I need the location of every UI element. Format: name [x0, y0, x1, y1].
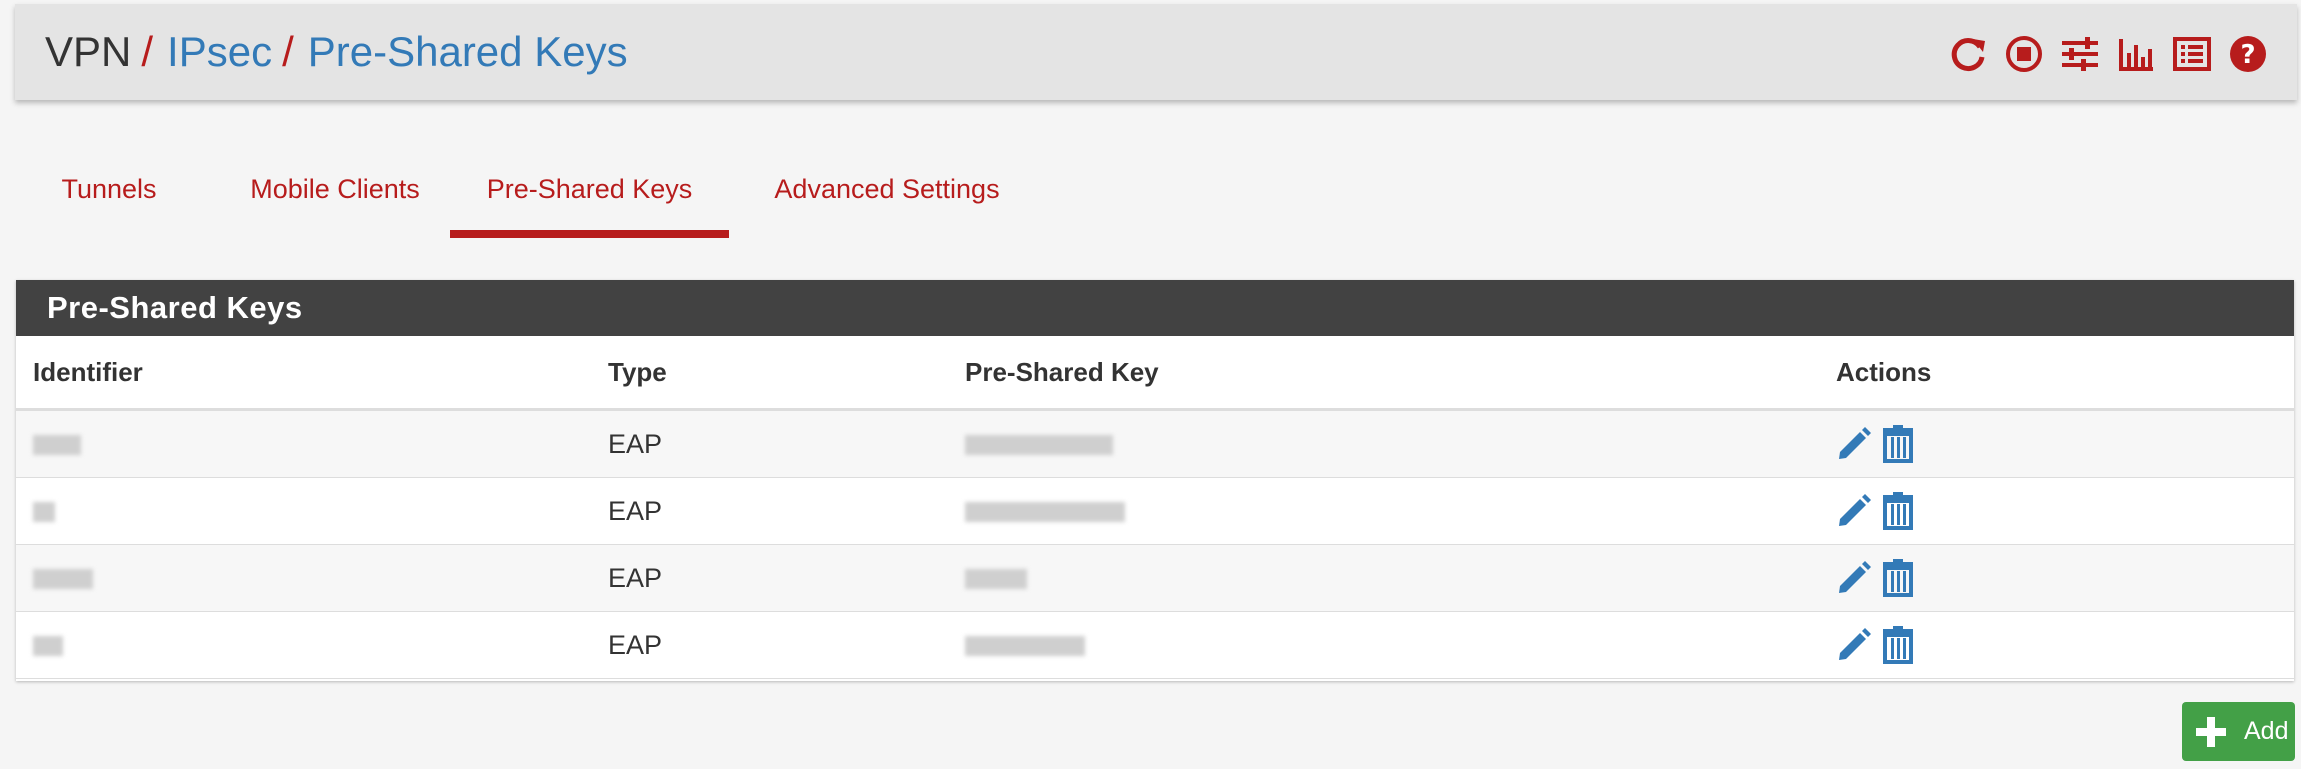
reload-icon[interactable]	[1947, 33, 1989, 75]
redacted-identifier	[33, 435, 81, 456]
table-row: EAP	[16, 544, 2294, 612]
key-cell	[965, 409, 1836, 478]
redacted-key	[965, 636, 1085, 657]
table-row: EAP	[16, 611, 2294, 679]
table-row: EAP	[16, 409, 2294, 478]
key-cell	[965, 544, 1836, 612]
redacted-key	[965, 502, 1125, 523]
breadcrumb: VPN / IPsec / Pre-Shared Keys	[45, 4, 628, 100]
breadcrumb-ipsec-link[interactable]: IPsec	[167, 28, 272, 76]
chart-icon[interactable]	[2115, 33, 2157, 75]
actions-cell	[1836, 611, 2294, 679]
actions-cell	[1836, 409, 2294, 478]
add-button[interactable]: Add	[2182, 702, 2295, 761]
edit-pencil-icon[interactable]	[1836, 426, 1872, 462]
svg-text:?: ?	[2240, 40, 2255, 70]
identifier-cell	[16, 544, 608, 612]
settings-sliders-icon[interactable]	[2059, 33, 2101, 75]
tab-mobile-clients[interactable]: Mobile Clients	[216, 156, 454, 238]
redacted-key	[965, 569, 1027, 590]
help-icon[interactable]: ?	[2227, 33, 2269, 75]
stop-icon[interactable]	[2003, 33, 2045, 75]
breadcrumb-vpn: VPN	[45, 28, 132, 75]
type-cell: EAP	[608, 477, 965, 545]
pre-shared-keys-panel: Pre-Shared Keys Identifier Type Pre-Shar…	[16, 280, 2294, 681]
delete-trash-icon[interactable]	[1882, 559, 1914, 597]
identifier-cell	[16, 477, 608, 545]
redacted-key	[965, 435, 1113, 456]
type-cell: EAP	[608, 611, 965, 679]
delete-trash-icon[interactable]	[1882, 492, 1914, 530]
actions-cell	[1836, 544, 2294, 612]
breadcrumb-separator: /	[282, 28, 294, 75]
edit-pencil-icon[interactable]	[1836, 627, 1872, 663]
edit-pencil-icon[interactable]	[1836, 560, 1872, 596]
breadcrumb-pre-shared-keys-link[interactable]: Pre-Shared Keys	[308, 28, 628, 76]
column-header-actions: Actions	[1836, 336, 2294, 411]
redacted-identifier	[33, 636, 63, 657]
tab-tunnels[interactable]: Tunnels	[36, 156, 182, 238]
type-cell: EAP	[608, 544, 965, 612]
redacted-identifier	[33, 502, 55, 523]
breadcrumb-separator: /	[141, 28, 154, 75]
panel-title: Pre-Shared Keys	[16, 280, 2294, 336]
page-header: VPN / IPsec / Pre-Shared Keys ?	[15, 4, 2297, 100]
table-row: EAP	[16, 477, 2294, 545]
add-button-label: Add	[2244, 717, 2289, 745]
key-cell	[965, 477, 1836, 545]
column-header-type: Type	[608, 336, 965, 411]
identifier-cell	[16, 409, 608, 478]
edit-pencil-icon[interactable]	[1836, 493, 1872, 529]
keys-table: Identifier Type Pre-Shared Key Actions E…	[16, 336, 2294, 679]
actions-cell	[1836, 477, 2294, 545]
tab-pre-shared-keys[interactable]: Pre-Shared Keys	[450, 156, 729, 238]
delete-trash-icon[interactable]	[1882, 425, 1914, 463]
delete-trash-icon[interactable]	[1882, 626, 1914, 664]
key-cell	[965, 611, 1836, 679]
column-header-key: Pre-Shared Key	[965, 336, 1836, 411]
column-header-identifier: Identifier	[16, 336, 608, 411]
tab-advanced-settings[interactable]: Advanced Settings	[756, 156, 1018, 238]
plus-icon	[2194, 715, 2244, 749]
header-actions: ?	[1947, 34, 2269, 74]
type-cell: EAP	[608, 409, 965, 478]
log-list-icon[interactable]	[2171, 33, 2213, 75]
redacted-identifier	[33, 569, 93, 590]
identifier-cell	[16, 611, 608, 679]
